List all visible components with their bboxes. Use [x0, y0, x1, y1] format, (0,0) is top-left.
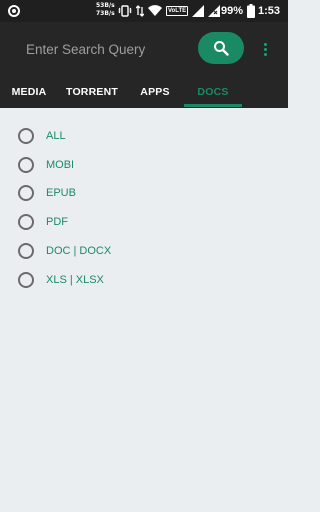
signal-icon [192, 5, 205, 17]
option-label: ALL [46, 130, 66, 142]
option-epub[interactable]: EPUB [18, 180, 258, 206]
active-tab-indicator [184, 104, 242, 107]
option-label: XLS | XLSX [46, 274, 104, 286]
option-doc-docx[interactable]: DOC | DOCX [18, 238, 258, 264]
radio-button[interactable] [18, 128, 34, 144]
radio-button[interactable] [18, 272, 34, 288]
tab-apps[interactable]: APPS [126, 75, 184, 108]
radio-button[interactable] [18, 157, 34, 173]
notification-icon [8, 5, 20, 17]
battery-icon [247, 4, 255, 18]
status-bar: 53B/s 73B/s VoLTE 99% 1:53 [0, 0, 288, 22]
status-icons: VoLTE [118, 4, 221, 18]
option-pdf[interactable]: PDF [18, 209, 258, 235]
clock: 1:53 [258, 5, 281, 17]
search-button[interactable] [198, 32, 244, 64]
app-bar [0, 22, 288, 75]
volte-badge: VoLTE [166, 6, 189, 16]
wifi-icon [148, 5, 162, 17]
data-arrows-icon [136, 5, 144, 17]
signal-x-icon [208, 5, 221, 17]
overflow-menu-button[interactable] [258, 39, 272, 59]
option-mobi[interactable]: MOBI [18, 152, 258, 178]
option-label: PDF [46, 216, 68, 228]
more-vert-icon [263, 42, 267, 46]
search-icon [214, 41, 229, 56]
network-speed: 53B/s 73B/s [96, 2, 115, 18]
radio-button[interactable] [18, 185, 34, 201]
tab-media[interactable]: MEDIA [0, 75, 58, 108]
option-label: EPUB [46, 187, 76, 199]
tab-torrent[interactable]: TORRENT [58, 75, 126, 108]
radio-button[interactable] [18, 214, 34, 230]
option-label: MOBI [46, 159, 75, 171]
option-all[interactable]: ALL [18, 123, 258, 149]
search-input[interactable] [14, 36, 184, 62]
option-label: DOC | DOCX [46, 245, 112, 257]
vibrate-icon [118, 5, 132, 17]
net-speed-up: 53B/s [96, 2, 115, 9]
radio-button[interactable] [18, 243, 34, 259]
net-speed-down: 73B/s [96, 10, 115, 17]
tab-bar: MEDIA TORRENT APPS DOCS [0, 75, 288, 108]
option-xls-xlsx[interactable]: XLS | XLSX [18, 267, 258, 293]
battery-percent: 99% [221, 5, 244, 17]
